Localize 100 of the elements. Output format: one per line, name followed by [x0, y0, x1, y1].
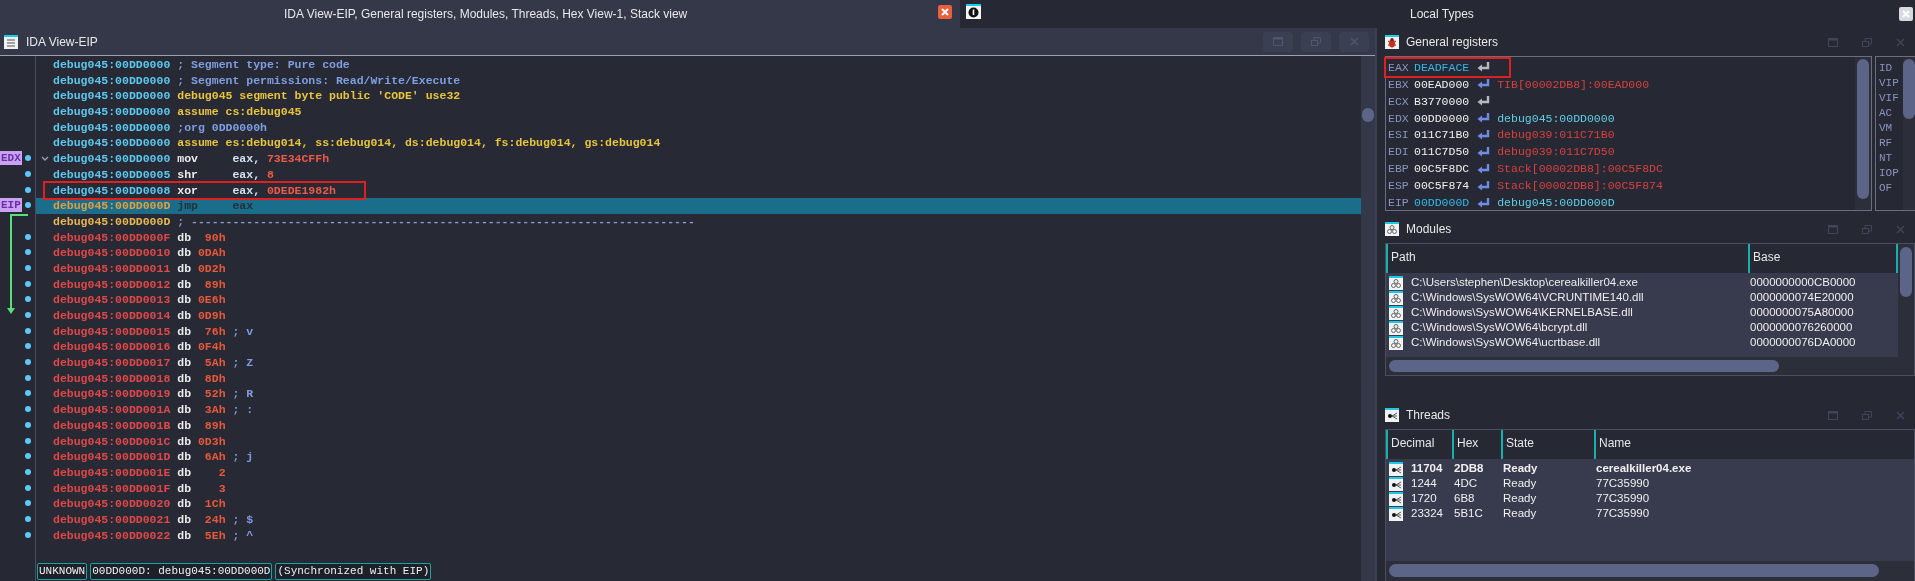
- register-marker: EIP: [0, 198, 22, 213]
- scrollbar-thumb[interactable]: [1900, 247, 1912, 297]
- scrollbar-thumb[interactable]: [1362, 108, 1374, 122]
- code-line: debug045:00DD0000 debug045 segment byte public 'CODE' use32: [53, 88, 461, 105]
- thread-icon: [1389, 491, 1403, 506]
- close-icon[interactable]: [1896, 37, 1905, 47]
- code-line: debug045:00DD000D jmp eax: [53, 198, 254, 214]
- register-reference[interactable]: debug045:00DD0000: [1497, 109, 1615, 127]
- window-title: IDA View-EIP, General registers, Modules, Threads, Hex View-1, Stack view: [284, 6, 688, 23]
- vertical-scrollbar[interactable]: [1361, 56, 1375, 581]
- return-arrow-icon: [1477, 196, 1492, 209]
- close-icon[interactable]: [1896, 410, 1905, 420]
- register-name: ESI: [1388, 127, 1410, 144]
- return-arrow-icon: [1477, 95, 1492, 108]
- flag-name: OF: [1879, 181, 1894, 196]
- thread-icon: [1389, 506, 1403, 521]
- code-line: debug045:00DD0021 db 24h ; $: [53, 511, 254, 528]
- code-line: debug045:00DD001D db 6Ah ; j: [53, 449, 254, 465]
- code-line: debug045:00DD001B db 89h: [53, 417, 226, 434]
- flag-name: VIF: [1879, 91, 1900, 106]
- code-line: debug045:00DD0012 db 89h: [53, 276, 226, 293]
- register-name: EDI: [1388, 144, 1410, 161]
- status-segment: (Synchronized with EIP): [275, 563, 432, 580]
- horizontal-scrollbar[interactable]: [1386, 357, 1914, 375]
- code-line: debug045:00DD0000 mov eax, 73E34CFFh: [53, 151, 330, 167]
- maximize-button[interactable]: [1263, 31, 1293, 52]
- return-arrow-icon: [1477, 61, 1492, 74]
- scrollbar-thumb[interactable]: [1903, 59, 1915, 119]
- code-line: debug045:00DD0000 assume es:debug014, ss:debug014, ds:debug014, fs:debug014, gs:debug014: [53, 135, 661, 152]
- register-value[interactable]: 011C71B0: [1414, 126, 1470, 144]
- code-line: debug045:00DD0008 xor eax, 0DEDE1982h: [45, 182, 364, 199]
- flag-name: NT: [1879, 151, 1894, 166]
- flag-name: RF: [1879, 136, 1894, 151]
- maximize-icon[interactable]: [1828, 410, 1838, 420]
- thread-icon: [1385, 408, 1399, 422]
- code-line: debug045:00DD0014 db 0D9h: [53, 308, 226, 324]
- thread-icon: [1389, 461, 1403, 476]
- horizontal-scrollbar[interactable]: [1386, 561, 1914, 581]
- panel-title: General registers: [1406, 34, 1499, 51]
- code-line: debug045:00DD0019 db 52h ; R: [53, 386, 254, 403]
- close-icon[interactable]: [1896, 224, 1905, 234]
- code-line: debug045:00DD0013 db 0E6h: [53, 292, 226, 308]
- scrollbar-thumb[interactable]: [1389, 360, 1779, 372]
- maximize-icon[interactable]: [1828, 224, 1838, 234]
- code-line: debug045:00DD0017 db 5Ah ; Z: [53, 355, 254, 371]
- panel-title: Threads: [1406, 407, 1451, 424]
- return-arrow-icon: [1477, 78, 1492, 91]
- code-line: debug045:00DD001C db 0D3h: [53, 433, 226, 450]
- bug-icon: [1385, 35, 1399, 49]
- register-value[interactable]: 00DD0000: [1414, 109, 1470, 127]
- code-line: debug045:00DD0000 assume cs:debug045: [53, 104, 302, 120]
- return-arrow-icon: [1477, 162, 1492, 175]
- register-name: ECX: [1388, 93, 1410, 110]
- code-line: debug045:00DD0015 db 76h ; v: [53, 323, 254, 340]
- register-name: EBP: [1388, 161, 1410, 178]
- scrollbar-thumb[interactable]: [1857, 59, 1869, 199]
- register-value[interactable]: 00C5F874: [1414, 177, 1470, 195]
- code-line: debug045:00DD0020 db 1Ch: [53, 496, 226, 512]
- register-value[interactable]: 011C7D50: [1414, 143, 1470, 161]
- register-reference[interactable]: debug045:00DD000D: [1497, 193, 1615, 212]
- status-segment: UNKNOWN: [37, 563, 88, 580]
- close-icon: [1349, 37, 1359, 46]
- register-value[interactable]: 00C5F8DC: [1414, 160, 1470, 178]
- restore-icon[interactable]: [1862, 37, 1872, 47]
- register-name: EIP: [1388, 194, 1410, 211]
- close-button[interactable]: [1899, 7, 1913, 21]
- flag-name: ID: [1879, 61, 1894, 76]
- code-line: debug045:00DD0000 ; Segment permissions: Read/Write/Execute: [53, 72, 461, 89]
- module-icon: [1389, 320, 1403, 335]
- restore-icon[interactable]: [1862, 410, 1872, 420]
- vertical-scrollbar[interactable]: [1855, 57, 1871, 210]
- return-arrow-icon: [1477, 112, 1492, 125]
- code-line: debug045:00DD000D ; -------------------------------------------------------------------------: [53, 213, 695, 230]
- code-line: debug045:00DD001E db 2: [53, 464, 226, 481]
- restore-icon[interactable]: [1862, 224, 1872, 234]
- register-value[interactable]: 00EAD000: [1414, 75, 1470, 93]
- vertical-scrollbar[interactable]: [1903, 57, 1915, 210]
- scrollbar-thumb[interactable]: [1389, 564, 1879, 577]
- panel-title: IDA View-EIP: [26, 33, 98, 51]
- tab-title[interactable]: Local Types: [1410, 5, 1474, 23]
- module-icon: [1389, 290, 1403, 305]
- info-icon[interactable]: [966, 4, 981, 19]
- status-segment: 00DD000D: debug045:00DD000D: [90, 563, 273, 580]
- restore-button[interactable]: [1301, 31, 1331, 52]
- return-arrow-icon: [1477, 179, 1492, 192]
- register-value[interactable]: DEADFACE: [1414, 58, 1470, 77]
- return-arrow-icon: [1477, 145, 1492, 158]
- code-line: debug045:00DD001F db 3: [53, 480, 226, 497]
- maximize-icon[interactable]: [1828, 37, 1838, 47]
- code-line: debug045:00DD0010 db 0DAh: [53, 245, 226, 261]
- vertical-scrollbar[interactable]: [1898, 244, 1914, 357]
- chevron-icon[interactable]: [40, 156, 49, 162]
- register-value[interactable]: B3770000: [1414, 92, 1470, 110]
- register-name: ESP: [1388, 178, 1410, 195]
- close-button[interactable]: [938, 5, 952, 19]
- register-value[interactable]: 00DD000D: [1414, 193, 1470, 212]
- module-icon: [1389, 305, 1403, 320]
- register-name: EDX: [1388, 110, 1410, 127]
- module-icon: [1389, 275, 1403, 290]
- flag-name: VIP: [1879, 76, 1900, 91]
